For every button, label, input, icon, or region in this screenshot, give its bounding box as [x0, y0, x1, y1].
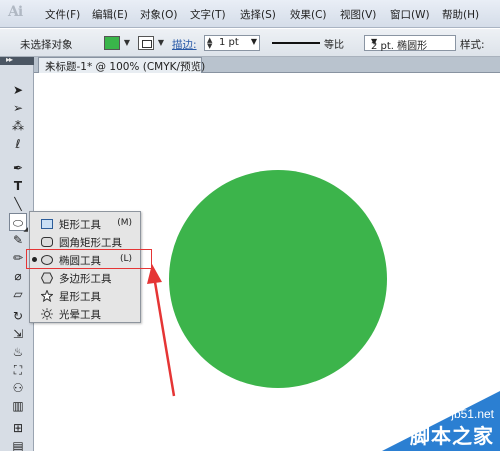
- chevron-down-icon[interactable]: ▼: [371, 37, 453, 46]
- flyout-item-star[interactable]: 星形工具: [30, 287, 140, 305]
- menu-edit[interactable]: 编辑(E): [92, 7, 128, 22]
- flyout-item-flare[interactable]: 光晕工具: [30, 305, 140, 323]
- flyout-shortcut: (M): [117, 218, 132, 228]
- watermark-site: jb51.net: [451, 407, 494, 421]
- magic-wand-tool-icon[interactable]: ⁂: [9, 117, 27, 135]
- highlight-box: [26, 249, 152, 269]
- flyout-item-label: 光晕工具: [59, 309, 101, 321]
- menu-select[interactable]: 选择(S): [240, 7, 276, 22]
- variable-width-profile[interactable]: 等比: [268, 35, 356, 51]
- watermark-title: 脚本之家: [410, 424, 494, 448]
- flare-icon: [41, 308, 53, 320]
- tools-panel-grip[interactable]: ▸▸: [0, 55, 34, 65]
- graph-tool-icon[interactable]: ▥: [9, 397, 27, 415]
- watermark: jb51.net 脚本之家: [382, 391, 500, 451]
- flyout-item-label: 多边形工具: [59, 273, 112, 285]
- shape-builder-tool-icon[interactable]: ⚇: [9, 379, 27, 397]
- stroke-swatch[interactable]: [138, 36, 154, 50]
- chevron-down-icon[interactable]: ▼: [251, 37, 257, 46]
- star-icon: [41, 290, 53, 302]
- fill-dropdown-icon[interactable]: ▼: [122, 36, 132, 50]
- type-tool-icon[interactable]: T: [9, 177, 27, 195]
- stroke-label-link[interactable]: 描边:: [172, 37, 197, 52]
- direct-selection-tool-icon[interactable]: ➢: [9, 99, 27, 117]
- app-logo: Ai: [8, 4, 23, 20]
- menu-bar: Ai 文件(F) 编辑(E) 对象(O) 文字(T) 选择(S) 效果(C) 视…: [0, 0, 500, 28]
- gradient-tool-icon[interactable]: ▤: [9, 437, 27, 451]
- brush-definition-field[interactable]: 2 pt. 椭圆形 ▼: [364, 35, 456, 52]
- fill-swatch[interactable]: [104, 36, 120, 50]
- document-tab-title: 未标题-1* @ 100% (CMYK/预览): [45, 61, 206, 73]
- line-segment-tool-icon[interactable]: ╲: [9, 195, 27, 213]
- flyout-item-polygon[interactable]: 多边形工具: [30, 269, 140, 287]
- menu-type[interactable]: 文字(T): [190, 7, 226, 22]
- stroke-weight-field[interactable]: ▲ ▼ 1 pt ▼: [204, 35, 260, 51]
- line-profile-label: 等比: [324, 40, 344, 51]
- document-tab[interactable]: 未标题-1* @ 100% (CMYK/预览) ×: [38, 57, 206, 73]
- menu-view[interactable]: 视图(V): [340, 7, 376, 22]
- rectangle-icon: [41, 219, 53, 229]
- selection-status: 未选择对象: [20, 39, 73, 51]
- rounded-rectangle-icon: [41, 237, 53, 247]
- free-transform-tool-icon[interactable]: ⛶: [9, 361, 27, 379]
- menu-help[interactable]: 帮助(H): [442, 7, 479, 22]
- stroke-dropdown-icon[interactable]: ▼: [156, 36, 166, 50]
- stroke-weight-spinner-icon[interactable]: ▲ ▼: [207, 37, 212, 50]
- pen-tool-icon[interactable]: ✒: [9, 159, 27, 177]
- flyout-item-rectangle[interactable]: 矩形工具 (M): [30, 215, 140, 233]
- menu-file[interactable]: 文件(F): [45, 7, 80, 22]
- flyout-item-label: 矩形工具: [59, 219, 101, 231]
- mesh-tool-icon[interactable]: ⊞: [9, 419, 27, 437]
- menu-effect[interactable]: 效果(C): [290, 7, 327, 22]
- polygon-icon: [41, 272, 53, 284]
- annotation-arrow: [147, 264, 176, 397]
- document-tab-strip: 未标题-1* @ 100% (CMYK/预览) ×: [34, 57, 500, 73]
- flyout-item-label: 圆角矩形工具: [59, 237, 122, 249]
- menu-window[interactable]: 窗口(W): [390, 7, 430, 22]
- ellipse-tool-icon[interactable]: ⬭ ◢: [9, 213, 28, 233]
- rotate-tool-icon[interactable]: ↻: [9, 307, 27, 325]
- green-ellipse[interactable]: [169, 170, 387, 388]
- blob-brush-tool-icon[interactable]: ⌀: [9, 267, 27, 285]
- warp-tool-icon[interactable]: ♨: [9, 343, 27, 361]
- control-bar: 未选择对象 ▼ ▼ 描边: ▲ ▼ 1 pt ▼ 等比 2 pt. 椭圆形 ▼ 样…: [0, 29, 500, 57]
- menu-object[interactable]: 对象(O): [140, 7, 177, 22]
- stroke-weight-value: 1 pt: [219, 37, 239, 48]
- eraser-tool-icon[interactable]: ▱: [9, 285, 27, 303]
- collapse-panel-icon[interactable]: ▸▸: [6, 55, 13, 64]
- style-label: 样式:: [460, 39, 485, 51]
- scale-tool-icon[interactable]: ⇲: [9, 325, 27, 343]
- line-profile-preview: [272, 42, 320, 44]
- lasso-tool-icon[interactable]: ℓ: [9, 135, 27, 153]
- flyout-item-label: 星形工具: [59, 291, 101, 303]
- selection-tool-icon[interactable]: ➤: [9, 81, 27, 99]
- pencil-tool-icon[interactable]: ✏: [9, 249, 27, 267]
- paintbrush-tool-icon[interactable]: ✎: [9, 231, 27, 249]
- close-icon[interactable]: ×: [45, 59, 54, 71]
